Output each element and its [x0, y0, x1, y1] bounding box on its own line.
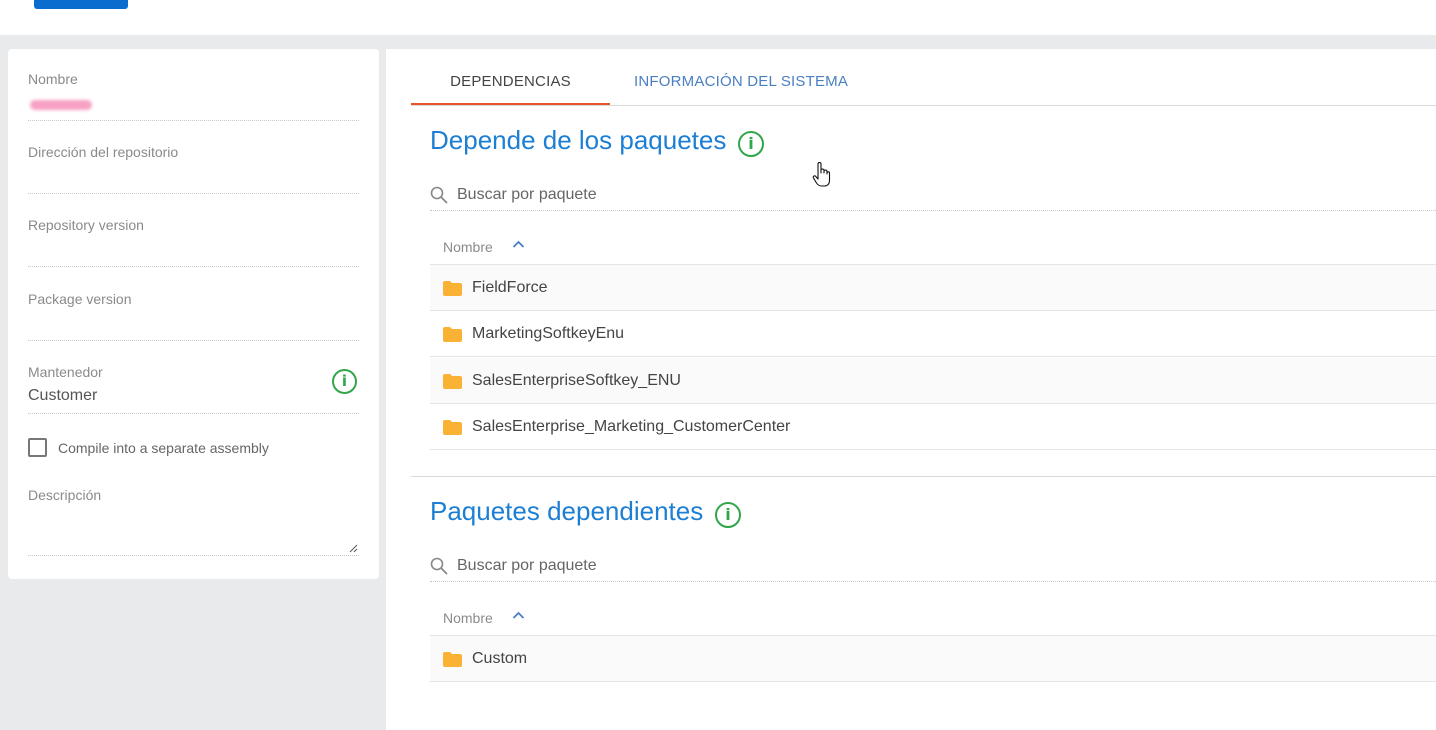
- folder-icon: [443, 281, 462, 296]
- maintainer-label: Mantenedor: [28, 364, 103, 380]
- dependent-packages-title-text: Paquetes dependientes: [430, 496, 704, 526]
- repository-version-label: Repository version: [28, 217, 144, 233]
- sort-ascending-icon[interactable]: [512, 239, 525, 249]
- name-column-header[interactable]: Nombre: [443, 610, 493, 626]
- dependencies-panel: DEPENDENCIAS INFORMACIÓN DEL SISTEMA Dep…: [386, 49, 1436, 730]
- package-properties-panel: Nombre Dirección del repositorio Reposit…: [8, 49, 379, 579]
- depends-on-packages-title-text: Depende de los paquetes: [430, 125, 727, 155]
- list-item[interactable]: Custom: [430, 636, 1436, 682]
- name-field[interactable]: Nombre: [28, 71, 359, 121]
- repository-address-label: Dirección del repositorio: [28, 144, 179, 160]
- depends-on-packages-title: Depende de los paquetes i: [430, 125, 764, 157]
- package-name: Custom: [472, 650, 528, 667]
- search-icon: [430, 186, 448, 204]
- list-item[interactable]: SalesEnterprise_Marketing_CustomerCenter: [430, 404, 1436, 450]
- depends-on-column-header[interactable]: Nombre: [430, 229, 1436, 265]
- tab-dependencies[interactable]: DEPENDENCIAS: [411, 73, 610, 90]
- package-version-field[interactable]: Package version: [28, 291, 359, 341]
- name-label: Nombre: [28, 71, 78, 87]
- depends-on-search[interactable]: Buscar por paquete: [430, 181, 1436, 211]
- folder-icon: [443, 374, 462, 389]
- package-version-label: Package version: [28, 291, 132, 307]
- description-field[interactable]: Descripción: [28, 487, 359, 556]
- dependent-packages-title: Paquetes dependientes i: [430, 496, 741, 528]
- list-item[interactable]: SalesEnterpriseSoftkey_ENU: [430, 358, 1436, 404]
- name-column-header[interactable]: Nombre: [443, 239, 493, 255]
- maintainer-value: Customer: [28, 387, 98, 404]
- package-name: SalesEnterpriseSoftkey_ENU: [472, 372, 681, 389]
- search-icon: [430, 557, 448, 575]
- section-divider: [411, 476, 1436, 477]
- dependent-packages-search[interactable]: Buscar por paquete: [430, 552, 1436, 582]
- primary-action-button[interactable]: [34, 0, 128, 9]
- active-tab-indicator: [411, 103, 610, 105]
- hand-cursor-icon: [812, 162, 831, 187]
- depends-on-info-icon[interactable]: i: [738, 131, 764, 157]
- dependent-packages-search-input[interactable]: Buscar por paquete: [457, 557, 597, 575]
- list-item[interactable]: FieldForce: [430, 265, 1436, 311]
- folder-icon: [443, 652, 462, 667]
- repository-version-field[interactable]: Repository version: [28, 217, 359, 267]
- resize-handle-icon[interactable]: [349, 544, 358, 553]
- depends-on-search-input[interactable]: Buscar por paquete: [457, 186, 597, 204]
- list-item[interactable]: MarketingSoftkeyEnu: [430, 311, 1436, 357]
- package-name: FieldForce: [472, 279, 548, 296]
- folder-icon: [443, 420, 462, 435]
- redacted-value: [30, 100, 92, 110]
- package-name: MarketingSoftkeyEnu: [472, 325, 625, 342]
- repository-address-field[interactable]: Dirección del repositorio: [28, 144, 359, 194]
- description-label: Descripción: [28, 487, 102, 503]
- maintainer-info-icon[interactable]: i: [332, 369, 357, 394]
- compile-separate-assembly-checkbox[interactable]: [28, 438, 47, 457]
- maintainer-field[interactable]: Mantenedor Customer i: [28, 364, 359, 414]
- sort-ascending-icon[interactable]: [512, 610, 525, 620]
- compile-separate-assembly-label: Compile into a separate assembly: [58, 440, 269, 456]
- dependent-packages-info-icon[interactable]: i: [715, 502, 741, 528]
- tab-bar: DEPENDENCIAS INFORMACIÓN DEL SISTEMA: [411, 49, 1436, 106]
- top-toolbar: [0, 0, 1436, 35]
- dependent-packages-column-header[interactable]: Nombre: [430, 600, 1436, 636]
- package-name: SalesEnterprise_Marketing_CustomerCenter: [472, 418, 791, 435]
- folder-icon: [443, 327, 462, 342]
- tab-system-information[interactable]: INFORMACIÓN DEL SISTEMA: [634, 73, 848, 90]
